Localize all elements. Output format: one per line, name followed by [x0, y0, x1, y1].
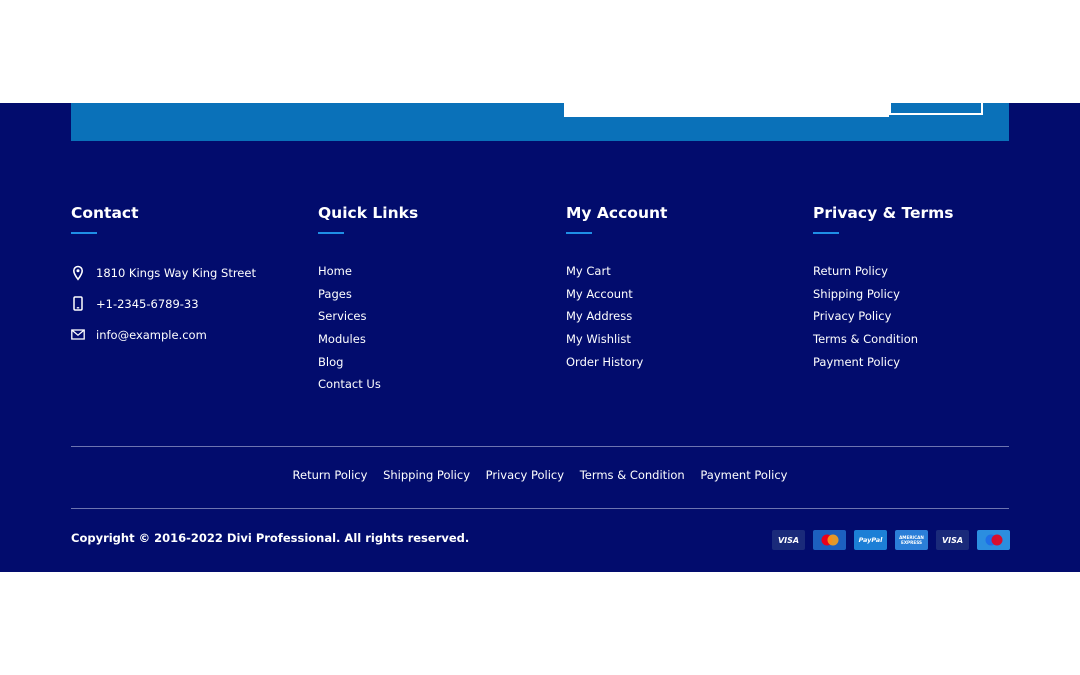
visa-label: VISA — [941, 535, 964, 545]
footer-link-modules[interactable]: Modules — [318, 331, 418, 354]
map-pin-icon — [71, 265, 85, 281]
footer-divider-bottom — [71, 508, 1009, 509]
column-title-contact: Contact — [71, 204, 139, 222]
heading-underline — [318, 232, 344, 234]
copyright-text: Copyright © 2016-2022 Divi Professional.… — [71, 531, 470, 545]
contact-email-text: info@example.com — [96, 328, 207, 342]
footer-link-blog[interactable]: Blog — [318, 354, 418, 377]
contact-address: 1810 Kings Way King Street — [71, 265, 256, 296]
page: Contact 1810 Kings Way King Street +1-23… — [0, 0, 1080, 675]
footer-link-return-policy[interactable]: Return Policy — [813, 263, 954, 286]
contact-address-text: 1810 Kings Way King Street — [96, 266, 256, 280]
payment-methods: VISA PayPal AMERICAN EXPRESS VISA — [772, 530, 1010, 550]
bottom-link-return-policy[interactable]: Return Policy — [293, 468, 368, 482]
privacy-terms-list: Return Policy Shipping Policy Privacy Po… — [813, 263, 954, 376]
newsletter-band — [71, 103, 1009, 141]
footer-link-order-history[interactable]: Order History — [566, 354, 667, 377]
bottom-link-payment-policy[interactable]: Payment Policy — [700, 468, 787, 482]
bottom-link-shipping-policy[interactable]: Shipping Policy — [383, 468, 470, 482]
column-title-privacy-terms: Privacy & Terms — [813, 204, 954, 222]
footer-link-home[interactable]: Home — [318, 263, 418, 286]
footer-link-privacy-policy[interactable]: Privacy Policy — [813, 308, 954, 331]
footer-link-my-wishlist[interactable]: My Wishlist — [566, 331, 667, 354]
my-account-list: My Cart My Account My Address My Wishlis… — [566, 263, 667, 376]
bottom-link-privacy-policy[interactable]: Privacy Policy — [486, 468, 564, 482]
paypal-label: PayPal — [858, 536, 883, 544]
american-express-icon: AMERICAN EXPRESS — [895, 530, 928, 550]
mastercard-icon — [813, 530, 846, 550]
footer-column-contact: Contact 1810 Kings Way King Street +1-23… — [71, 203, 256, 374]
paypal-icon: PayPal — [854, 530, 887, 550]
quick-links-list: Home Pages Services Modules Blog Contact… — [318, 263, 418, 399]
phone-icon — [71, 296, 85, 312]
amex-label: AMERICAN EXPRESS — [899, 535, 924, 545]
footer-link-shipping-policy[interactable]: Shipping Policy — [813, 286, 954, 309]
site-footer: Contact 1810 Kings Way King Street +1-23… — [0, 103, 1080, 572]
contact-list: 1810 Kings Way King Street +1-2345-6789-… — [71, 265, 256, 358]
footer-column-quick-links: Quick Links Home Pages Services Modules … — [318, 203, 418, 415]
heading-underline — [813, 232, 839, 234]
footer-divider-top — [71, 446, 1009, 447]
footer-link-contact-us[interactable]: Contact Us — [318, 376, 418, 399]
heading-underline — [71, 232, 97, 234]
footer-link-services[interactable]: Services — [318, 308, 418, 331]
contact-phone-text: +1-2345-6789-33 — [96, 297, 199, 311]
column-title-quick-links: Quick Links — [318, 204, 419, 222]
footer-link-payment-policy[interactable]: Payment Policy — [813, 354, 954, 377]
newsletter-subscribe-button[interactable] — [889, 103, 983, 115]
footer-link-my-cart[interactable]: My Cart — [566, 263, 667, 286]
contact-phone: +1-2345-6789-33 — [71, 296, 256, 327]
footer-column-my-account: My Account My Cart My Account My Address… — [566, 203, 667, 392]
bottom-link-terms-condition[interactable]: Terms & Condition — [580, 468, 685, 482]
footer-link-pages[interactable]: Pages — [318, 286, 418, 309]
newsletter-email-input[interactable] — [564, 103, 889, 117]
footer-column-privacy-terms: Privacy & Terms Return Policy Shipping P… — [813, 203, 954, 392]
footer-link-my-address[interactable]: My Address — [566, 308, 667, 331]
footer-link-my-account[interactable]: My Account — [566, 286, 667, 309]
maestro-icon — [977, 530, 1010, 550]
envelope-icon — [71, 327, 85, 343]
bottom-policy-links: Return Policy Shipping Policy Privacy Po… — [0, 468, 1080, 482]
visa-icon: VISA — [772, 530, 805, 550]
visa-icon: VISA — [936, 530, 969, 550]
visa-label: VISA — [777, 535, 800, 545]
column-title-my-account: My Account — [566, 204, 668, 222]
heading-underline — [566, 232, 592, 234]
footer-link-terms-condition[interactable]: Terms & Condition — [813, 331, 954, 354]
contact-email: info@example.com — [71, 327, 256, 358]
